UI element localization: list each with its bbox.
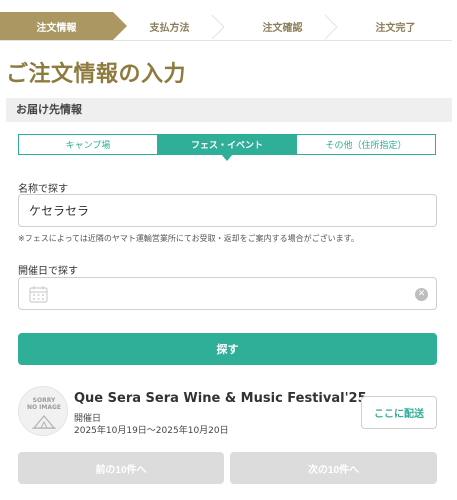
step-payment-method: 支払方法 (113, 12, 226, 41)
progress-stepper: 注文情報 支払方法 注文確認 注文完了 (0, 12, 452, 41)
event-thumbnail: SORRY NO IMAGE (18, 386, 68, 436)
thumbnail-text: SORRY (32, 397, 56, 404)
delivery-type-tabs: キャンプ場 フェス・イベント その他（住所指定） (18, 134, 436, 161)
step-label: 支払方法 (149, 23, 190, 34)
step-order-confirm: 注文確認 (226, 12, 339, 41)
step-label: 注文確認 (262, 23, 303, 34)
calendar-icon (29, 286, 48, 303)
page-title: ご注文情報の入力 (6, 62, 187, 87)
tab-campsite[interactable]: キャンプ場 (18, 134, 158, 155)
chevron-right-icon (324, 15, 338, 39)
name-search-input[interactable] (18, 194, 437, 227)
thumbnail-text: NO IMAGE (26, 404, 62, 411)
name-search-label: 名称で探す (18, 184, 68, 195)
deliver-here-button[interactable]: ここに配送 (361, 396, 437, 429)
date-search-input[interactable]: ✕ (18, 277, 437, 310)
section-header-delivery: お届け先情報 (6, 98, 452, 122)
event-name: Que Sera Sera Wine & Music Festival'25 (74, 391, 367, 406)
tab-other-address[interactable]: その他（住所指定） (297, 134, 436, 155)
pickup-note: ※フェスによっては近隣のヤマト運輸営業所にてお受取・返却をご案内する場合がござい… (18, 234, 359, 243)
stepper-divider (0, 40, 452, 41)
step-label: 注文完了 (375, 23, 416, 34)
chevron-right-icon (211, 15, 225, 39)
list-item: SORRY NO IMAGE Que Sera Sera Wine & Musi… (18, 382, 437, 440)
tent-icon (32, 415, 56, 429)
next-page-button[interactable]: 次の10件へ (230, 452, 437, 484)
step-order-info: 注文情報 (0, 12, 127, 41)
event-dates: 2025年10月19日〜2025年10月20日 (74, 426, 229, 436)
tab-festival-event[interactable]: フェス・イベント (158, 134, 297, 161)
prev-page-button[interactable]: 前の10件へ (18, 452, 224, 484)
search-button[interactable]: 探す (18, 333, 437, 365)
step-order-complete: 注文完了 (339, 12, 452, 41)
date-search-label: 開催日で探す (18, 266, 78, 277)
clear-icon[interactable]: ✕ (415, 288, 428, 301)
step-label: 注文情報 (36, 23, 77, 34)
